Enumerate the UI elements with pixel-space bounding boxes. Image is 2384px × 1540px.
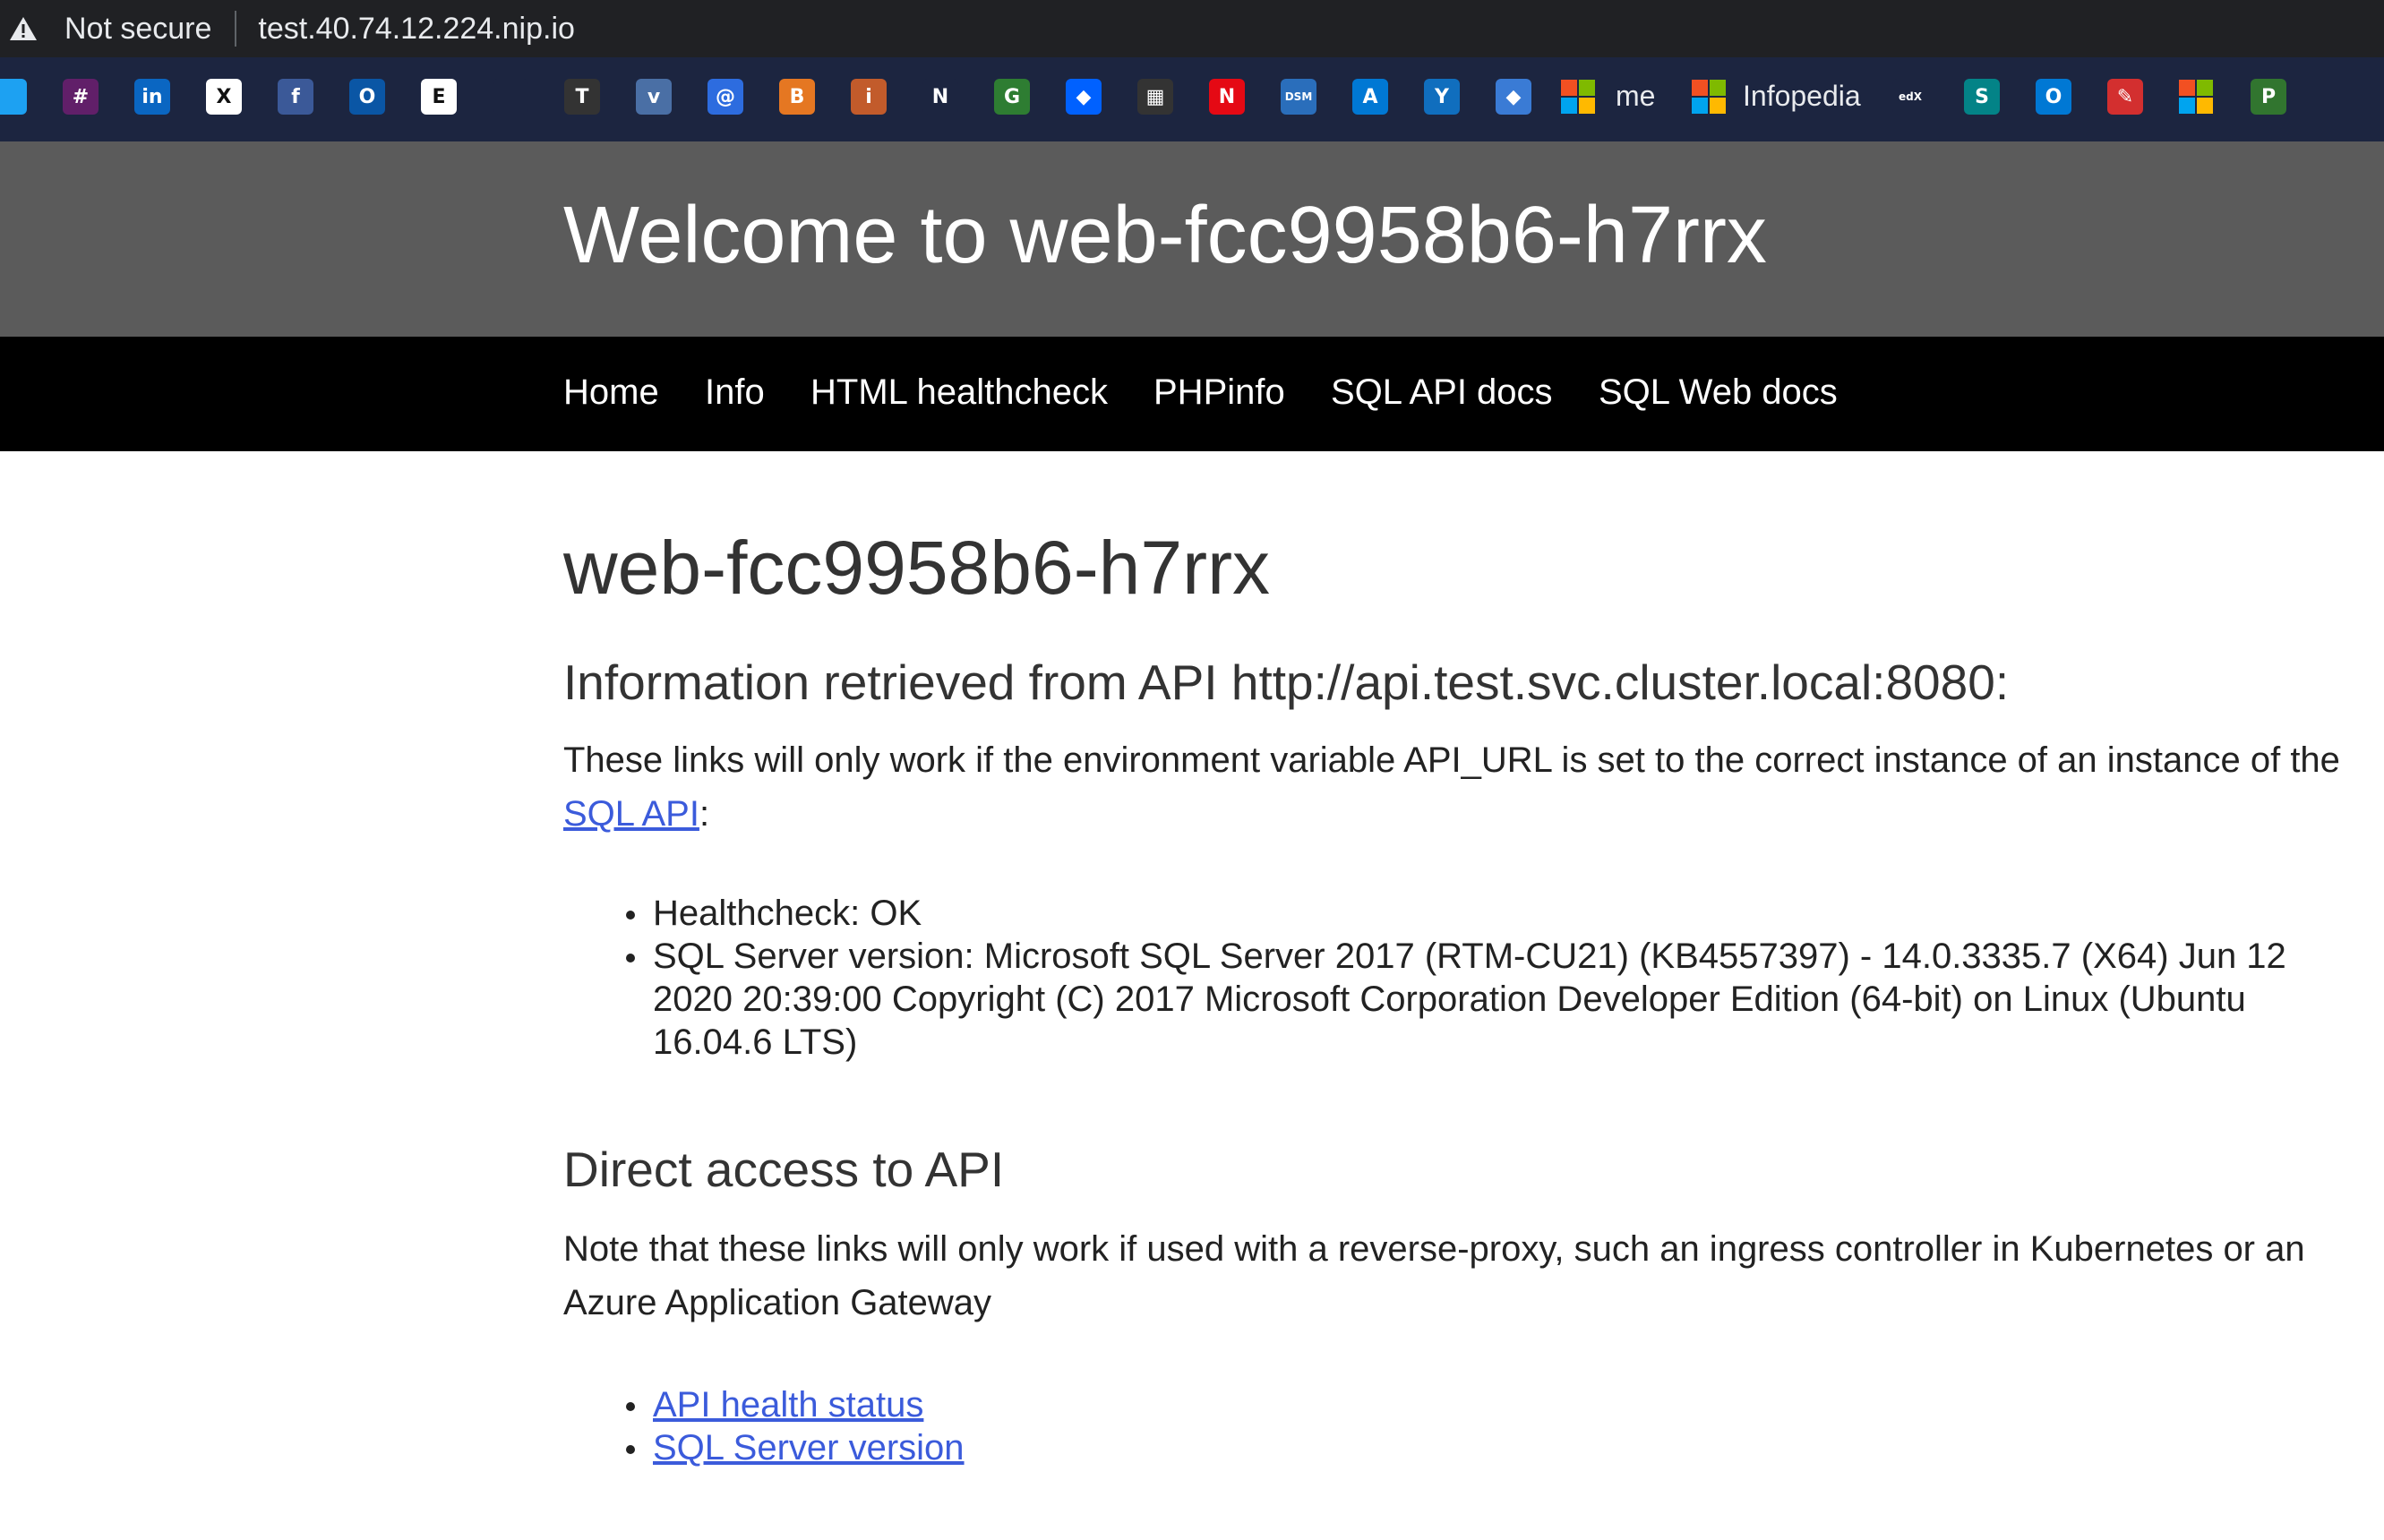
bookmark-infopedia[interactable]: Infopedia	[1743, 80, 1861, 113]
api-description-text: These links will only work if the enviro…	[563, 740, 2340, 780]
xing-icon[interactable]: X	[206, 79, 242, 115]
security-indicator[interactable]: Not secure	[9, 12, 211, 47]
n-letter-icon[interactable]: N	[922, 79, 958, 115]
dsm-icon[interactable]: DSM	[1281, 79, 1316, 115]
api-info-heading: Information retrieved from API http://ap…	[563, 654, 2010, 710]
site-header: Welcome to web-fcc9958b6-h7rrx	[0, 141, 2384, 337]
page-title: Welcome to web-fcc9958b6-h7rrx	[563, 191, 1767, 280]
warning-icon	[10, 17, 37, 40]
planner-icon[interactable]: P	[2251, 79, 2286, 115]
nav-html-healthcheck[interactable]: HTML healthcheck	[810, 372, 1108, 413]
yammer-icon[interactable]: Y	[1424, 79, 1460, 115]
nav-info[interactable]: Info	[705, 372, 765, 413]
security-label: Not secure	[64, 11, 212, 46]
store-icon[interactable]: ▦	[1137, 79, 1173, 115]
netflix-icon[interactable]: N	[1209, 79, 1245, 115]
list-item-healthcheck: Healthcheck: OK	[626, 892, 2363, 935]
orange-book-icon[interactable]: B	[779, 79, 815, 115]
api-health-status-link[interactable]: API health status	[653, 1385, 923, 1424]
outlook-icon[interactable]: O	[2036, 79, 2071, 115]
direct-access-heading: Direct access to API	[563, 1142, 1005, 1197]
direct-links-list: API health status SQL Server version	[626, 1383, 965, 1469]
linkedin-icon[interactable]: in	[134, 79, 170, 115]
sql-api-link[interactable]: SQL API	[563, 794, 699, 834]
figure-icon[interactable]: i	[851, 79, 887, 115]
nav-home[interactable]: Home	[563, 372, 659, 413]
main-nav: Home Info HTML healthcheck PHPinfo SQL A…	[0, 337, 2384, 451]
api-description-suffix: :	[699, 794, 710, 834]
bookmark-me[interactable]: me	[1616, 80, 1655, 113]
api-info-list: Healthcheck: OK SQL Server version: Micr…	[626, 892, 2363, 1064]
azure-icon[interactable]: A	[1352, 79, 1388, 115]
check-icon[interactable]: v	[636, 79, 672, 115]
facebook-icon[interactable]: f	[278, 79, 313, 115]
microsoft-icon[interactable]	[1692, 80, 1726, 114]
slack-icon[interactable]: #	[63, 79, 99, 115]
list-item: SQL Server version	[626, 1426, 965, 1469]
address-divider	[235, 11, 237, 47]
twitter-icon[interactable]	[0, 79, 27, 115]
nav-sql-web-docs[interactable]: SQL Web docs	[1599, 372, 1838, 413]
nav-phpinfo[interactable]: PHPinfo	[1153, 372, 1285, 413]
hostname-heading: web-fcc9958b6-h7rrx	[563, 526, 1271, 610]
microsoft-icon[interactable]	[2179, 80, 2213, 114]
list-item: API health status	[626, 1383, 965, 1426]
sql-server-version-link[interactable]: SQL Server version	[653, 1428, 965, 1467]
sharepoint-icon[interactable]: S	[1964, 79, 2000, 115]
nav-sql-api-docs[interactable]: SQL API docs	[1331, 372, 1553, 413]
direct-access-description: Note that these links will only work if …	[563, 1229, 2305, 1322]
swirl-icon[interactable]: @	[707, 79, 743, 115]
api-description: These links will only work if the enviro…	[563, 733, 2354, 841]
diamond-icon[interactable]: ◆	[1496, 79, 1531, 115]
list-item-sql-version: SQL Server version: Microsoft SQL Server…	[626, 935, 2363, 1064]
url-text[interactable]: test.40.74.12.224.nip.io	[258, 12, 575, 47]
address-bar[interactable]: Not secure test.40.74.12.224.nip.io	[0, 0, 2384, 57]
microsoft-icon[interactable]	[1561, 80, 1595, 114]
gauge-icon[interactable]: G	[994, 79, 1030, 115]
dropbox-icon[interactable]: ◆	[1066, 79, 1102, 115]
ring-icon[interactable]: O	[349, 79, 385, 115]
blank-icon[interactable]	[493, 79, 528, 115]
nyt-icon[interactable]: T	[564, 79, 600, 115]
e-letter-icon[interactable]: E	[421, 79, 457, 115]
edx-icon[interactable]: edX	[1892, 79, 1928, 115]
pin-icon[interactable]: ✎	[2107, 79, 2143, 115]
